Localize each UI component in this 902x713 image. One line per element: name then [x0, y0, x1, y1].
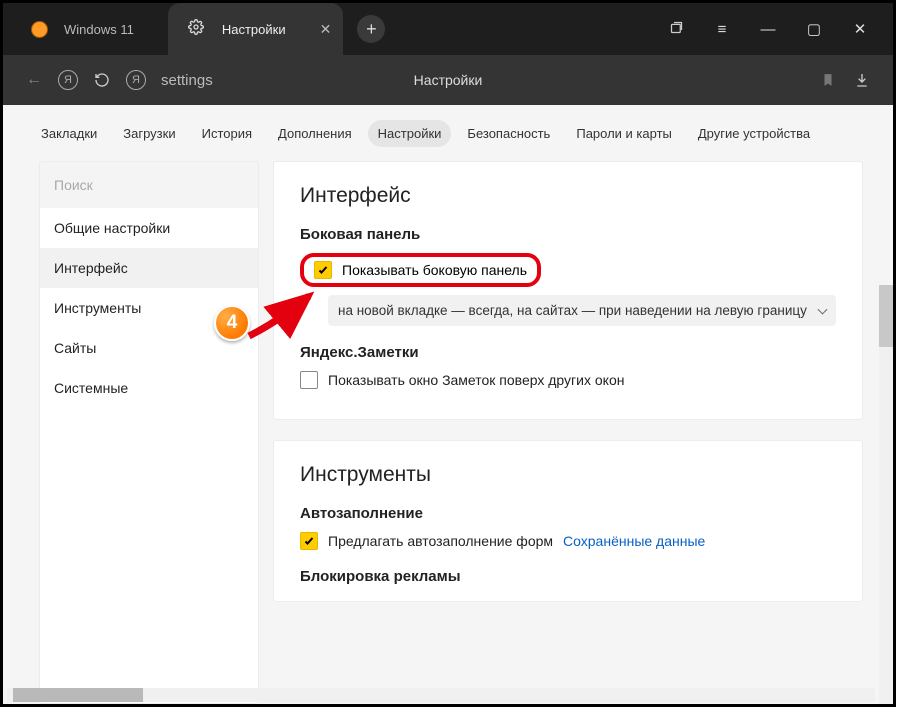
newtab-button[interactable]: + [357, 15, 385, 43]
section-heading: Блокировка рекламы [300, 568, 836, 585]
side-panel-mode-select[interactable]: на новой вкладке — всегда, на сайтах — п… [328, 295, 836, 326]
nav-history[interactable]: История [192, 120, 262, 147]
sidebar-item-general[interactable]: Общие настройки [40, 208, 258, 248]
close-button[interactable]: ✕ [837, 20, 883, 38]
sidebar-item-system[interactable]: Системные [40, 368, 258, 408]
tab-settings[interactable]: Настройки ✕ [168, 3, 343, 55]
section-heading: Яндекс.Заметки [300, 344, 836, 361]
titlebar: Windows 11 Настройки ✕ + ≡ — ▢ ✕ [3, 3, 893, 55]
checkbox-label: Показывать боковую панель [342, 262, 527, 278]
bookmark-icon[interactable] [811, 63, 845, 97]
vertical-scrollbar[interactable] [879, 285, 893, 704]
tab-label: Настройки [222, 22, 286, 37]
highlight-callout: Показывать боковую панель [300, 253, 541, 287]
nav-settings[interactable]: Настройки [368, 120, 452, 147]
step-badge: 4 [214, 305, 250, 341]
tab-label: Windows 11 [64, 22, 134, 37]
nav-other-devices[interactable]: Другие устройства [688, 120, 820, 147]
site-icon[interactable]: Я [119, 63, 153, 97]
favicon-icon [31, 21, 48, 38]
page-title: Настройки [414, 72, 483, 88]
checkbox-show-side-panel[interactable] [314, 261, 332, 279]
checkbox-show-notes-window[interactable] [300, 371, 318, 389]
download-icon[interactable] [845, 63, 879, 97]
nav-addons[interactable]: Дополнения [268, 120, 362, 147]
search-input[interactable] [40, 162, 258, 208]
nav-bookmarks[interactable]: Закладки [31, 120, 107, 147]
checkbox-label: Показывать окно Заметок поверх других ок… [328, 372, 624, 388]
nav-security[interactable]: Безопасность [457, 120, 560, 147]
menu-icon[interactable]: ≡ [699, 21, 745, 38]
panel-tools: Инструменты Автозаполнение Предлагать ав… [273, 440, 863, 602]
panel-title: Интерфейс [300, 184, 836, 208]
back-button[interactable]: ← [17, 63, 51, 97]
close-icon[interactable]: ✕ [320, 21, 332, 38]
saved-data-link[interactable]: Сохранённые данные [563, 533, 705, 549]
section-heading: Автозаполнение [300, 505, 836, 522]
nav-passwords[interactable]: Пароли и карты [566, 120, 682, 147]
tab-windows11[interactable]: Windows 11 [3, 3, 150, 55]
tab-overview-icon[interactable] [653, 20, 699, 39]
checkbox-suggest-autofill[interactable] [300, 532, 318, 550]
minimize-button[interactable]: — [745, 21, 791, 38]
horizontal-scrollbar[interactable] [7, 688, 875, 702]
panel-title: Инструменты [300, 463, 836, 487]
maximize-button[interactable]: ▢ [791, 20, 837, 38]
addressbar: ← Я Я settings Настройки [3, 55, 893, 105]
sidebar-item-interface[interactable]: Интерфейс [40, 248, 258, 288]
sidebar: Общие настройки Интерфейс Инструменты Са… [39, 161, 259, 704]
reload-button[interactable] [85, 63, 119, 97]
url-text[interactable]: settings [161, 72, 213, 89]
home-button[interactable]: Я [51, 63, 85, 97]
nav-downloads[interactable]: Загрузки [113, 120, 185, 147]
section-heading: Боковая панель [300, 226, 836, 243]
gear-icon [188, 19, 204, 40]
checkbox-label: Предлагать автозаполнение форм [328, 533, 553, 549]
panel-interface: Интерфейс Боковая панель Показывать боко… [273, 161, 863, 420]
top-nav: Закладки Загрузки История Дополнения Нас… [3, 105, 893, 161]
